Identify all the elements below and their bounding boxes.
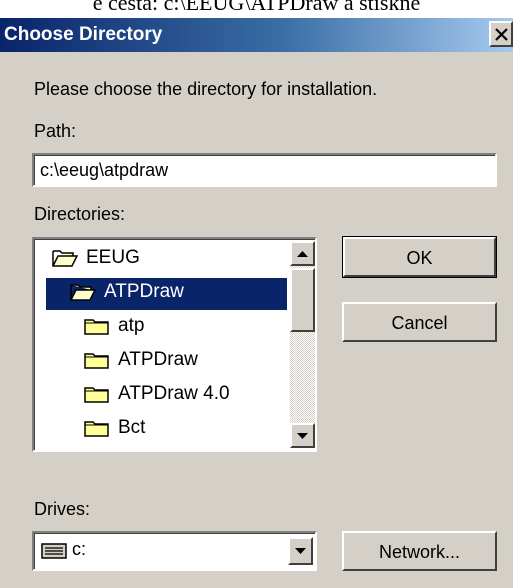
path-label: Path: — [34, 121, 77, 141]
drives-dropdown-button[interactable] — [288, 537, 313, 565]
drives-combobox[interactable]: c: — [32, 531, 317, 571]
arrow-up-icon — [297, 251, 308, 257]
drive-value: c: — [72, 539, 87, 559]
instruction-text: Please choose the directory for installa… — [34, 79, 378, 99]
page-caption: e cesta: c:\EEUG\ATPDraw a stiskne — [92, 0, 421, 15]
cancel-label: Cancel — [391, 313, 448, 333]
ok-label: OK — [406, 248, 433, 268]
directory-label: ATPDraw — [104, 281, 184, 302]
directory-label: atp — [118, 315, 145, 336]
open-folder-icon — [70, 284, 96, 301]
scroll-down-button[interactable] — [290, 423, 315, 448]
folder-icon — [84, 421, 109, 437]
arrow-down-icon — [297, 433, 308, 439]
choose-directory-dialog: Choose Directory Please choose the direc… — [0, 18, 513, 588]
directories-listbox[interactable]: EEUG ATPDraw atp ATPDraw ATPDraw 4.0 Bct — [32, 237, 317, 452]
dialog-title: Choose Directory — [4, 24, 163, 45]
title-bar[interactable]: Choose Directory — [0, 18, 513, 52]
ok-button[interactable]: OK — [342, 236, 497, 278]
cancel-button[interactable]: Cancel — [342, 302, 497, 342]
directory-label: ATPDraw — [118, 349, 198, 370]
close-icon — [495, 28, 508, 41]
directories-scrollbar[interactable] — [290, 241, 315, 448]
folder-icon — [84, 387, 109, 403]
directory-label: EEUG — [86, 247, 140, 268]
folder-icon — [84, 353, 109, 369]
network-button[interactable]: Network... — [342, 531, 497, 571]
directories-label: Directories: — [34, 204, 126, 224]
scroll-up-button[interactable] — [290, 241, 315, 266]
close-button[interactable] — [489, 21, 513, 47]
network-label: Network... — [378, 542, 461, 562]
path-input[interactable]: c:\eeug\atpdraw — [32, 153, 497, 187]
path-value: c:\eeug\atpdraw — [40, 160, 169, 180]
open-folder-icon — [52, 250, 78, 267]
chevron-down-icon — [295, 548, 306, 554]
folder-icon — [84, 319, 109, 335]
scroll-thumb[interactable] — [290, 268, 315, 332]
drives-label: Drives: — [34, 499, 91, 519]
directory-label: ATPDraw 4.0 — [118, 383, 230, 404]
drive-icon — [41, 543, 67, 559]
directory-label: Bct — [118, 417, 146, 438]
